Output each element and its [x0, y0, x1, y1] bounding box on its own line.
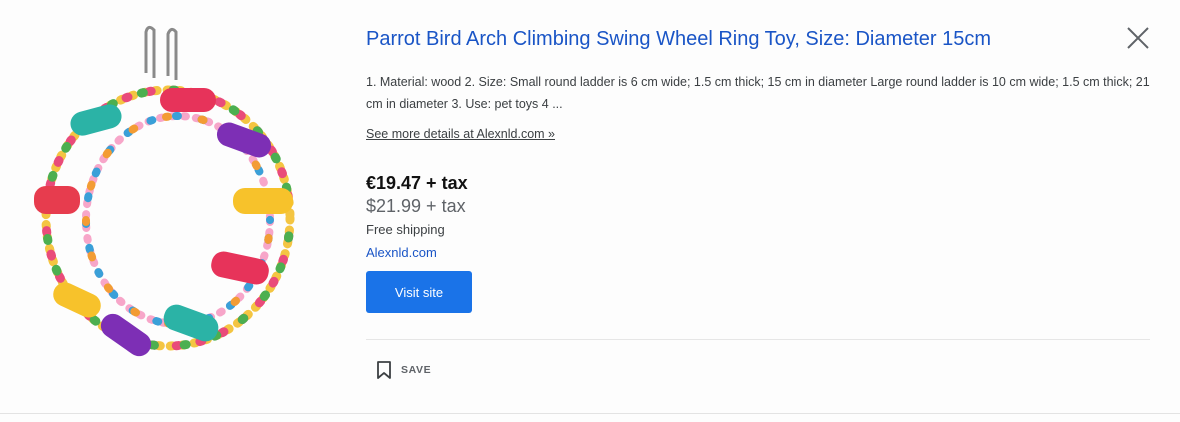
price-alt: $21.99 + tax — [366, 196, 466, 216]
divider — [366, 339, 1150, 340]
see-more-details-link[interactable]: See more details at Alexnld.com » — [366, 127, 555, 141]
save-button[interactable]: SAVE — [376, 358, 431, 382]
seller-link[interactable]: Alexnld.com — [366, 245, 437, 260]
product-detail-panel: Parrot Bird Arch Climbing Swing Wheel Ri… — [0, 0, 1180, 422]
price-main: €19.47 + tax — [366, 173, 468, 193]
save-label: SAVE — [401, 364, 432, 376]
bookmark-icon — [377, 361, 391, 379]
product-description: 1. Material: wood 2. Size: Small round l… — [366, 75, 1150, 111]
close-icon[interactable] — [1124, 24, 1152, 52]
product-image — [34, 25, 295, 357]
product-title[interactable]: Parrot Bird Arch Climbing Swing Wheel Ri… — [366, 28, 991, 51]
shipping-info: Free shipping — [366, 222, 445, 237]
visit-site-button[interactable]: Visit site — [366, 271, 472, 313]
bottom-divider — [0, 413, 1180, 414]
